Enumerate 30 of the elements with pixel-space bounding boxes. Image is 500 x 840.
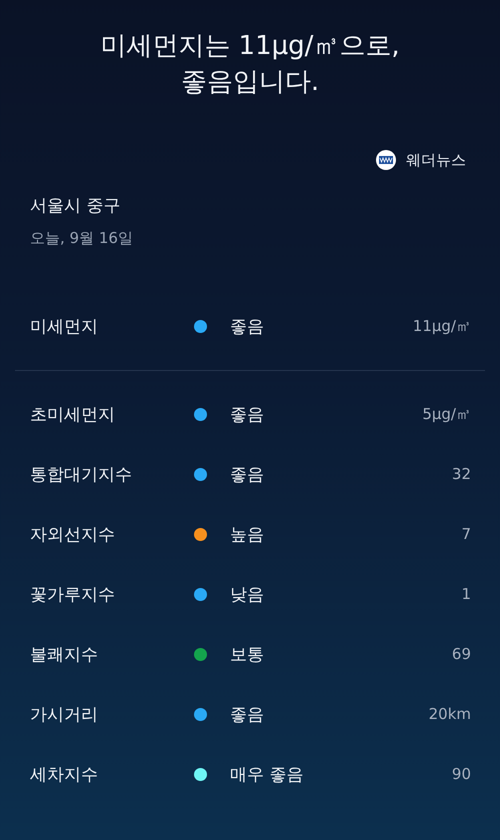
index-value: 69 (452, 645, 471, 663)
headline-text: 좋음입니다. (180, 66, 320, 99)
status-label: 매우 좋음 (230, 764, 304, 786)
status-label: 보통 (230, 644, 264, 666)
index-value: 5μg/㎥ (422, 404, 471, 424)
index-name: 자외선지수 (30, 524, 116, 546)
source-name: 웨더뉴스 (406, 150, 466, 170)
logo-icon (376, 150, 396, 170)
index-name: 세차지수 (30, 764, 99, 786)
headline-text: 미세먼지는 11μg/㎥으로, (100, 30, 400, 63)
status-label: 좋음 (230, 316, 264, 338)
index-name: 미세먼지 (30, 316, 99, 338)
location-text: 서울시 중구 (29, 195, 122, 217)
status-label: 좋음 (230, 704, 264, 726)
index-name: 불쾌지수 (30, 644, 99, 666)
index-value: 1 (461, 585, 471, 603)
status-label: 좋음 (230, 404, 264, 426)
status-label: 높음 (230, 524, 264, 546)
index-value: 20km (428, 705, 471, 723)
index-name: 꽃가루지수 (30, 584, 116, 606)
index-value: 90 (452, 765, 471, 783)
status-label: 낮음 (230, 584, 264, 606)
index-value: 32 (452, 465, 471, 483)
index-value: 7 (461, 525, 471, 543)
index-value: 11μg/㎥ (412, 316, 471, 336)
index-name: 가시거리 (30, 704, 99, 726)
index-name: 통합대기지수 (30, 464, 133, 486)
index-name: 초미세먼지 (30, 404, 116, 426)
date-text: 오늘, 9월 16일 (29, 228, 134, 248)
status-label: 좋음 (230, 464, 264, 486)
